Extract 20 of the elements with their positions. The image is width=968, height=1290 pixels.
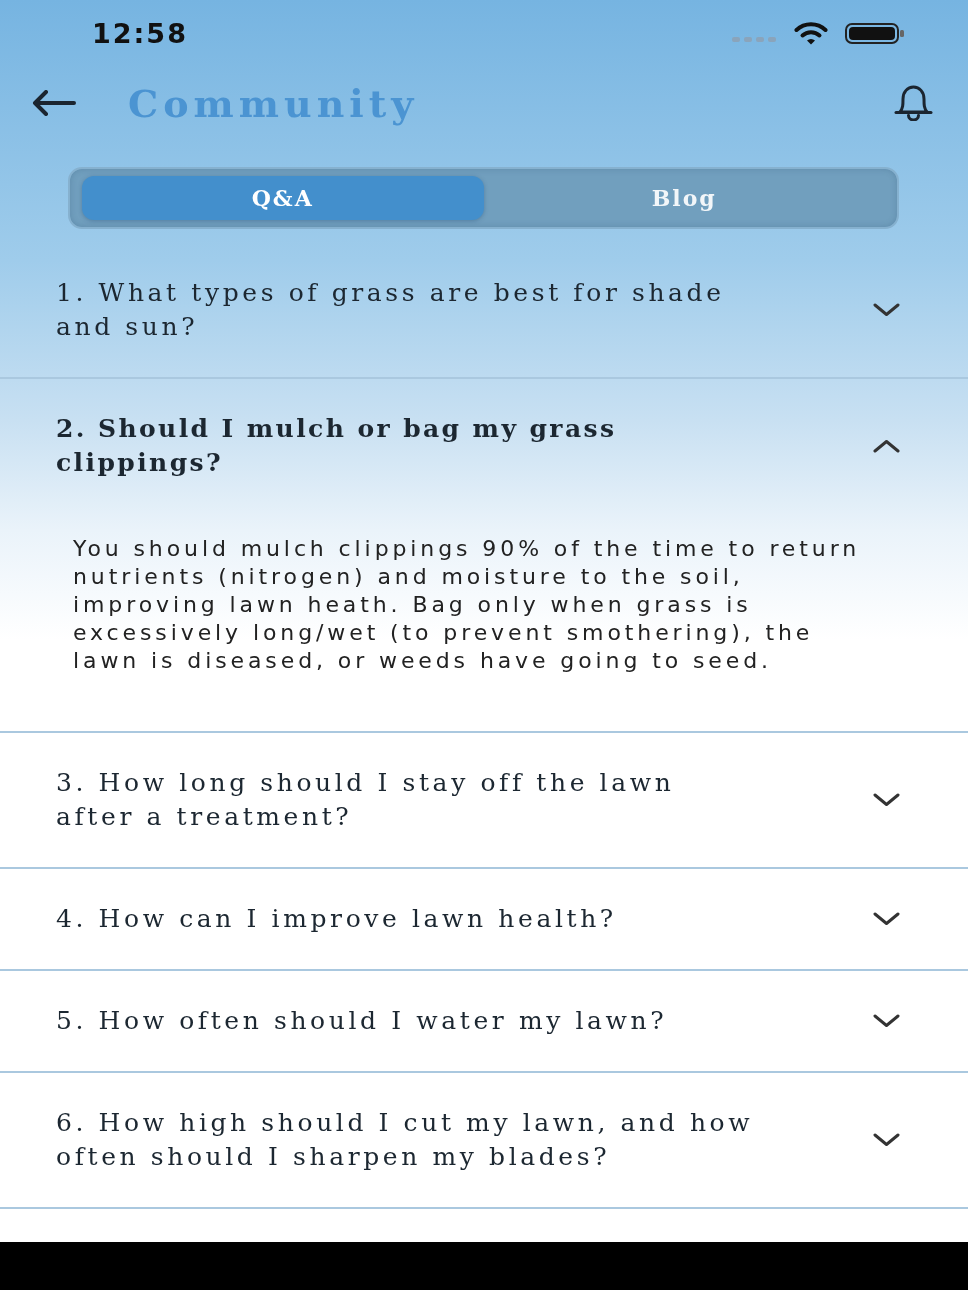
battery-icon [845,22,905,44]
chevron-icon[interactable] [873,1014,900,1028]
faq-answer: You should mulch clippings 90% of the time to return nutrients (nitrogen) and moisture to the soil, improving lawn heath. Bag only when grass is excessively long/wet (to prevent smothering), the lawn is diseased, or weeds have going to seed. [73,535,862,675]
back-arrow-icon[interactable] [32,90,76,116]
chevron-icon[interactable] [873,303,900,317]
chevron-icon[interactable] [873,439,900,453]
faq-question[interactable]: 2. Should I mulch or bag my grass clippings? [56,412,764,480]
chevron-icon[interactable] [873,912,900,926]
chevron-icon[interactable] [873,1133,900,1147]
page-title: Community [128,80,419,126]
faq-question[interactable]: 5. How often should I water my lawn? [56,1004,764,1038]
faq-question[interactable]: 4. How can I improve lawn health? [56,902,764,936]
status-time: 12:58 [92,17,188,49]
signal-icon [732,36,776,42]
chevron-icon[interactable] [873,793,900,807]
faq-question[interactable]: 6. How high should I cut my lawn, and how often should I sharpen my blades? [56,1106,764,1174]
faq-question[interactable]: 1. What types of grass are best for shade and sun? [56,276,764,344]
bell-icon[interactable] [893,85,934,121]
faq-question[interactable]: 3. How long should I stay off the lawn after a treatment? [56,766,764,834]
wifi-icon [794,21,828,45]
